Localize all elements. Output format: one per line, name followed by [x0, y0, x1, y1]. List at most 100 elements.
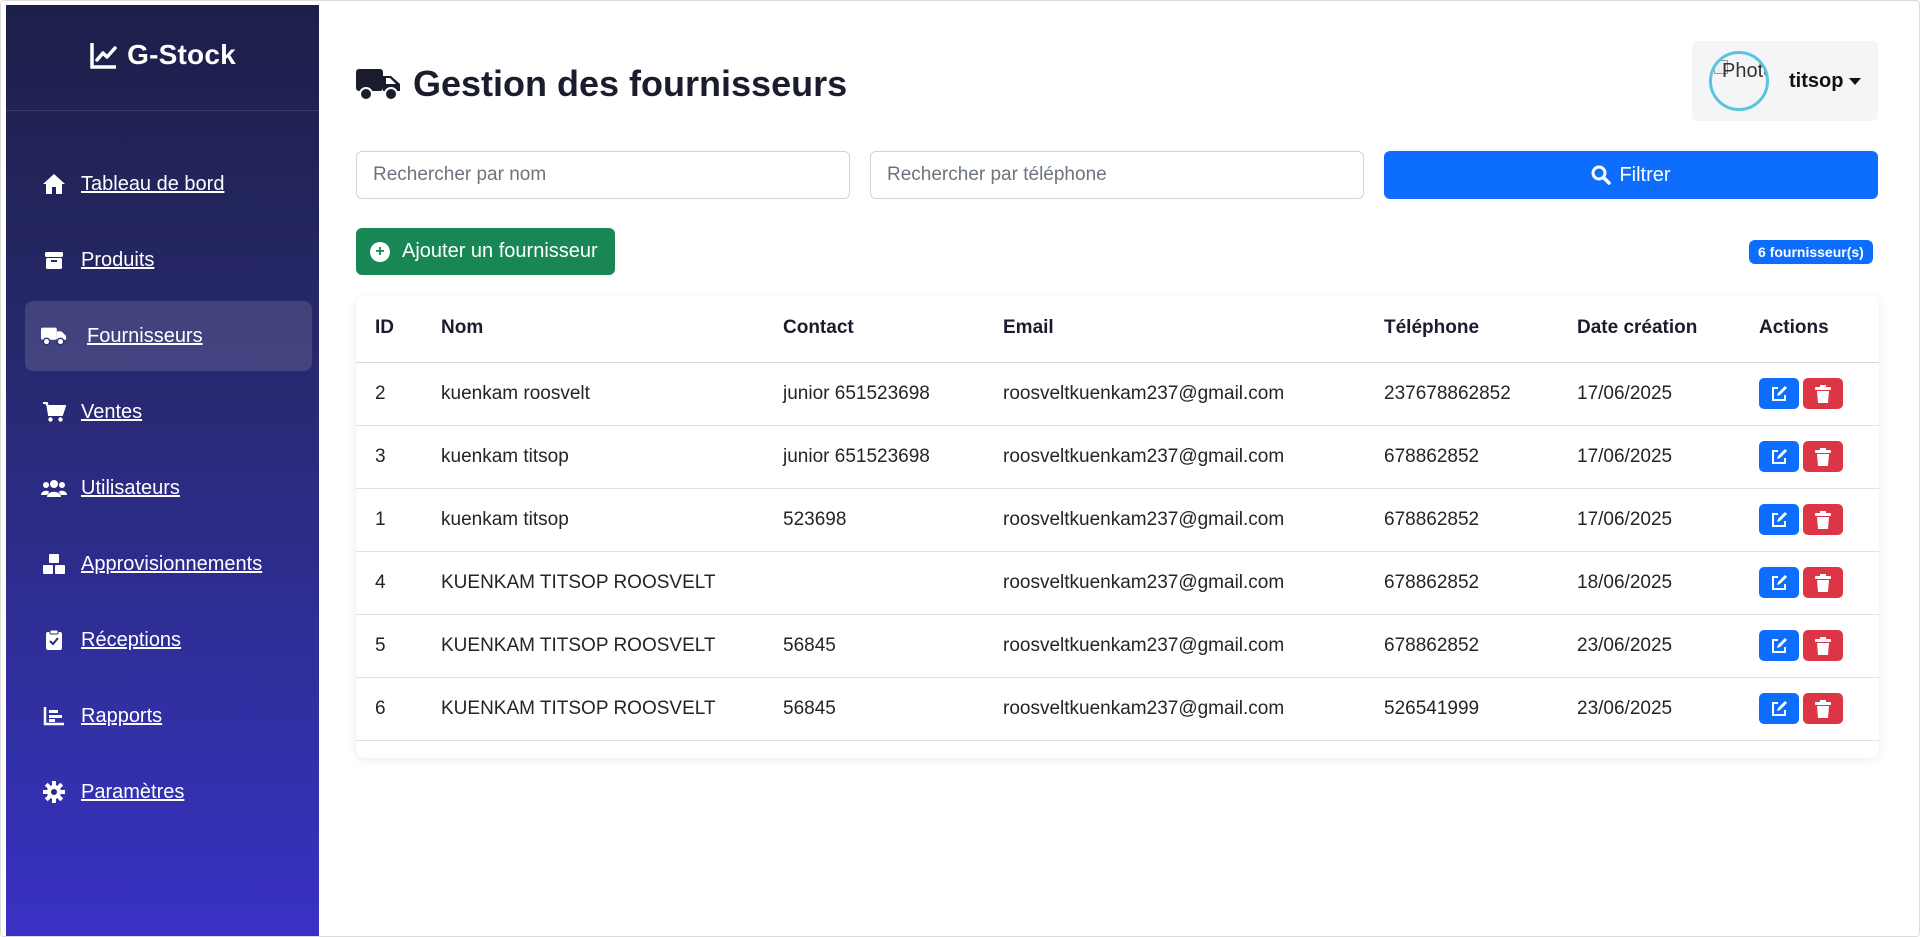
trash-icon [1815, 510, 1831, 529]
avatar[interactable]: Photo [1709, 51, 1769, 111]
table-row: 3 kuenkam titsop junior 651523698 roosveltk… [356, 425, 1879, 489]
suppliers-table: ID Nom Contact Email Téléphone Date créa… [356, 295, 1879, 741]
column-header-telephone[interactable]: Téléphone [1365, 295, 1558, 363]
user-name: titsop [1789, 69, 1844, 92]
column-header-contact[interactable]: Contact [764, 295, 984, 363]
cell-telephone: 678862852 [1365, 425, 1558, 489]
chart-line-icon [90, 42, 117, 69]
trash-icon [1815, 384, 1831, 403]
edit-button[interactable] [1759, 630, 1799, 661]
sidebar-item-ventes[interactable]: Ventes [25, 377, 312, 447]
cell-telephone: 678862852 [1365, 614, 1558, 678]
user-dropdown-toggle[interactable]: titsop [1789, 69, 1862, 93]
sidebar-item-fournisseurs[interactable]: Fournisseurs [25, 301, 312, 371]
cell-date-creation: 17/06/2025 [1558, 425, 1740, 489]
sidebar-item-label: Tableau de bord [81, 172, 225, 195]
cell-contact [764, 551, 984, 615]
sidebar-item-label: Utilisateurs [81, 476, 180, 499]
table-header-row: ID Nom Contact Email Téléphone Date créa… [356, 295, 1879, 363]
filter-button[interactable]: Filtrer [1384, 151, 1878, 199]
cell-id: 2 [356, 362, 422, 426]
add-supplier-button[interactable]: + Ajouter un fournisseur [356, 228, 615, 275]
cell-id: 5 [356, 614, 422, 678]
column-header-date-creation[interactable]: Date création [1558, 295, 1740, 363]
sidebar-item-tableau-de-bord[interactable]: Tableau de bord [25, 149, 312, 219]
delete-button[interactable] [1803, 567, 1843, 598]
trash-icon [1815, 573, 1831, 592]
sidebar-item-produits[interactable]: Produits [25, 225, 312, 295]
sidebar-item-approvisionnements[interactable]: Approvisionnements [25, 529, 312, 599]
search-phone-input[interactable] [870, 151, 1364, 199]
cell-email: roosveltkuenkam237@gmail.com [984, 551, 1365, 615]
cell-telephone: 237678862852 [1365, 362, 1558, 426]
table-row: 1 kuenkam titsop 523698 roosveltkuenkam237@… [356, 488, 1879, 552]
boxes-icon [41, 552, 67, 576]
row-actions [1759, 378, 1879, 409]
delete-button[interactable] [1803, 441, 1843, 472]
avatar-alt-text: Photo [1722, 60, 1766, 82]
delete-button[interactable] [1803, 630, 1843, 661]
cell-date-creation: 23/06/2025 [1558, 614, 1740, 678]
cell-date-creation: 23/06/2025 [1558, 677, 1740, 741]
search-name-input[interactable] [356, 151, 850, 199]
cell-email: roosveltkuenkam237@gmail.com [984, 488, 1365, 552]
cell-nom: kuenkam roosvelt [422, 362, 764, 426]
sidebar-item-label: Paramètres [81, 780, 185, 803]
cell-telephone: 526541999 [1365, 677, 1558, 741]
sidebar-item-rapports[interactable]: Rapports [25, 681, 312, 751]
sidebar-item-label: Produits [81, 248, 155, 271]
brand[interactable]: G-Stock [6, 5, 319, 111]
home-icon [41, 172, 67, 196]
delete-button[interactable] [1803, 504, 1843, 535]
column-header-email[interactable]: Email [984, 295, 1365, 363]
user-menu[interactable]: Photo titsop [1692, 41, 1878, 121]
filter-button-label: Filtrer [1619, 163, 1671, 186]
cell-contact: 523698 [764, 488, 984, 552]
box-icon [41, 248, 67, 272]
cell-date-creation: 17/06/2025 [1558, 362, 1740, 426]
table-row: 5 KUENKAM TITSOP ROOSVELT 56845 roosveltkue… [356, 614, 1879, 678]
column-header-nom[interactable]: Nom [422, 295, 764, 363]
cell-telephone: 678862852 [1365, 488, 1558, 552]
sidebar-item-label: Ventes [81, 400, 143, 423]
edit-button[interactable] [1759, 693, 1799, 724]
cell-contact: 56845 [764, 677, 984, 741]
trash-icon [1815, 447, 1831, 466]
cell-email: roosveltkuenkam237@gmail.com [984, 425, 1365, 489]
delete-button[interactable] [1803, 693, 1843, 724]
edit-button[interactable] [1759, 504, 1799, 535]
cell-actions [1740, 425, 1879, 489]
edit-icon [1772, 385, 1787, 401]
sidebar-item-label: Fournisseurs [87, 324, 203, 347]
cell-id: 4 [356, 551, 422, 615]
row-actions [1759, 441, 1879, 472]
row-actions [1759, 693, 1879, 724]
edit-button[interactable] [1759, 378, 1799, 409]
cell-actions [1740, 677, 1879, 741]
count-badge: 6 fournisseur(s) [1749, 240, 1873, 264]
sidebar-item-utilisateurs[interactable]: Utilisateurs [25, 453, 312, 523]
row-actions [1759, 567, 1879, 598]
delete-button[interactable] [1803, 378, 1843, 409]
cell-nom: kuenkam titsop [422, 488, 764, 552]
search-icon [1591, 165, 1612, 185]
cell-email: roosveltkuenkam237@gmail.com [984, 677, 1365, 741]
table-body: 2 kuenkam roosvelt junior 651523698 roosvel… [356, 362, 1879, 741]
cell-date-creation: 18/06/2025 [1558, 551, 1740, 615]
caret-down-icon [1849, 77, 1862, 85]
row-actions [1759, 504, 1879, 535]
table-row: 6 KUENKAM TITSOP ROOSVELT 56845 roosveltkue… [356, 677, 1879, 741]
table-row: 2 kuenkam roosvelt junior 651523698 roosvel… [356, 362, 1879, 426]
sidebar-item-parametres[interactable]: Paramètres [25, 757, 312, 827]
add-supplier-label: Ajouter un fournisseur [402, 240, 598, 262]
cell-contact: junior 651523698 [764, 425, 984, 489]
cell-id: 3 [356, 425, 422, 489]
cell-nom: KUENKAM TITSOP ROOSVELT [422, 614, 764, 678]
column-header-id[interactable]: ID [356, 295, 422, 363]
edit-button[interactable] [1759, 441, 1799, 472]
gear-icon [41, 780, 67, 804]
edit-button[interactable] [1759, 567, 1799, 598]
cell-actions [1740, 614, 1879, 678]
edit-icon [1772, 448, 1787, 464]
sidebar-item-receptions[interactable]: Réceptions [25, 605, 312, 675]
